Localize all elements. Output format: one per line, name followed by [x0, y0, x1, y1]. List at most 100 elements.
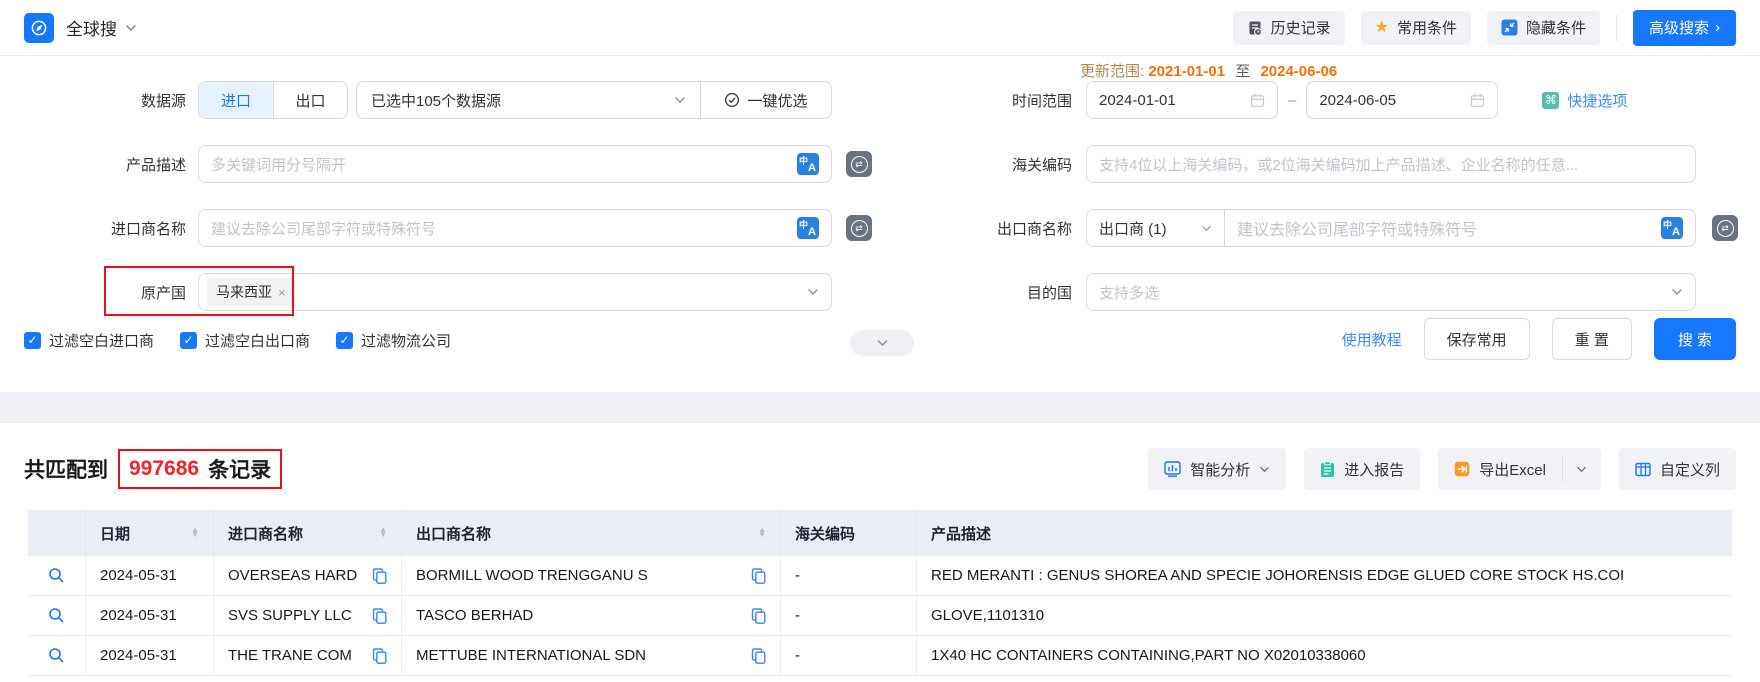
synonym-toggle-button[interactable]: ⇄	[846, 151, 872, 177]
app-switch-chevron[interactable]	[125, 24, 137, 32]
date-cell: 2024-05-31	[86, 636, 214, 675]
date-cell: 2024-05-31	[86, 596, 214, 635]
spacer	[846, 81, 872, 119]
sort-carets-icon[interactable]: ▲▼	[191, 528, 199, 538]
checkbox-label: 过滤物流公司	[361, 330, 451, 351]
match-count-highlight-box: 997686 条记录	[118, 449, 282, 489]
row-detail-cell	[28, 636, 86, 675]
copy-icon[interactable]	[751, 568, 766, 584]
translate-icon[interactable]: 中 A	[1661, 217, 1683, 239]
header-importer-label: 进口商名称	[228, 523, 303, 544]
tutorial-link[interactable]: 使用教程	[1342, 329, 1402, 350]
form-row-importer: 进口商名称 建议去除公司尾部字符或特殊符号 中 A ⇄ 出口商名称 出口商 (1…	[0, 209, 1760, 247]
date-cell: 2024-05-31	[86, 556, 214, 595]
dest-country-select[interactable]: 支持多选	[1086, 273, 1696, 311]
header-exporter[interactable]: 出口商名称 ▲▼	[402, 510, 781, 556]
importer-cell[interactable]: OVERSEAS HARD	[214, 556, 402, 595]
magnifier-icon[interactable]	[48, 607, 65, 624]
exporter-input[interactable]: 建议去除公司尾部字符或特殊符号 中 A	[1225, 210, 1695, 246]
tab-export[interactable]: 出口	[273, 82, 347, 118]
form-row-product: 产品描述 多关键词用分号隔开 中 A ⇄ 海关编码 支持4位以上海关编码，或2位…	[0, 145, 1760, 183]
synonym-toggle-button[interactable]: ⇄	[1712, 215, 1738, 241]
date-from-value: 2024-01-01	[1099, 92, 1250, 109]
header-date[interactable]: 日期 ▲▼	[86, 510, 214, 556]
header-search-col	[28, 510, 86, 556]
hide-conditions-label: 隐藏条件	[1526, 17, 1586, 38]
translate-icon[interactable]: 中 A	[797, 217, 819, 239]
row-detail-cell	[28, 596, 86, 635]
checkbox-label: 过滤空白出口商	[205, 330, 310, 351]
importer-label: 进口商名称	[24, 218, 186, 239]
collapse-form-button[interactable]	[850, 330, 914, 356]
report-clipboard-icon	[1320, 461, 1335, 478]
header-importer[interactable]: 进口商名称 ▲▼	[214, 510, 402, 556]
date-from-input[interactable]: 2024-01-01	[1086, 81, 1278, 119]
checkbox-checked-icon: ✓	[336, 332, 353, 349]
synonym-toggle-button[interactable]: ⇄	[846, 215, 872, 241]
date-to-input[interactable]: 2024-06-05	[1306, 81, 1498, 119]
tab-import[interactable]: 进口	[199, 82, 273, 118]
update-range-to: 2024-06-06	[1260, 63, 1337, 80]
one-click-optimize-button[interactable]: 一键优选	[701, 82, 831, 118]
exporter-cell[interactable]: BORMILL WOOD TRENGGANU S	[402, 556, 781, 595]
exporter-type-select[interactable]: 出口商 (1)	[1087, 210, 1225, 246]
hs-code-input[interactable]: 支持4位以上海关编码，或2位海关编码加上产品描述、企业名称的任意...	[1086, 145, 1696, 183]
hs-code-label: 海关编码	[886, 154, 1072, 175]
export-excel-button[interactable]: 导出Excel	[1438, 448, 1562, 490]
translate-zh: 中	[1663, 218, 1672, 231]
star-icon: ★	[1375, 20, 1389, 36]
exporter-name: METTUBE INTERNATIONAL SDN	[416, 647, 646, 664]
checkbox-filter-blank-importer[interactable]: ✓ 过滤空白进口商	[24, 330, 154, 351]
sort-carets-icon[interactable]: ▲▼	[758, 528, 766, 538]
checkbox-filter-logistics[interactable]: ✓ 过滤物流公司	[336, 330, 451, 351]
quick-options-link[interactable]: ⌘ 快捷选项	[1542, 90, 1627, 111]
custom-columns-button[interactable]: 自定义列	[1619, 448, 1736, 490]
product-desc-controls: 多关键词用分号隔开 中 A	[198, 145, 832, 183]
importer-controls: 建议去除公司尾部字符或特殊符号 中 A	[198, 209, 832, 247]
importer-cell[interactable]: THE TRANE COM	[214, 636, 402, 675]
checkbox-checked-icon: ✓	[180, 332, 197, 349]
importer-cell[interactable]: SVS SUPPLY LLC	[214, 596, 402, 635]
hs-code-placeholder: 支持4位以上海关编码，或2位海关编码加上产品描述、企业名称的任意...	[1099, 154, 1683, 175]
advanced-search-button[interactable]: 高级搜索 ›	[1633, 10, 1736, 46]
exporter-name: BORMILL WOOD TRENGGANU S	[416, 567, 648, 584]
magnifier-icon[interactable]	[48, 567, 65, 584]
favorites-button[interactable]: ★ 常用条件	[1361, 11, 1471, 45]
favorites-label: 常用条件	[1397, 17, 1457, 38]
origin-country-select[interactable]: 马来西亚 ×	[198, 273, 832, 311]
copy-icon[interactable]	[751, 608, 766, 624]
chevron-down-icon	[1201, 225, 1212, 232]
product-desc-input[interactable]: 多关键词用分号隔开 中 A	[198, 145, 832, 183]
copy-icon[interactable]	[372, 648, 387, 664]
export-options-chevron[interactable]	[1563, 448, 1601, 490]
exporter-cell[interactable]: METTUBE INTERNATIONAL SDN	[402, 636, 781, 675]
save-common-button[interactable]: 保存常用	[1424, 318, 1530, 360]
datasource-select[interactable]: 已选中105个数据源	[357, 82, 700, 118]
magnifier-icon[interactable]	[48, 647, 65, 664]
sort-carets-icon[interactable]: ▲▼	[379, 528, 387, 538]
match-count: 997686	[129, 457, 199, 481]
history-button[interactable]: 历史记录	[1233, 11, 1345, 45]
smart-analysis-button[interactable]: 智能分析	[1148, 448, 1286, 490]
exchange-icon: ⇄	[851, 220, 868, 237]
date-to-value: 2024-06-05	[1319, 92, 1470, 109]
enter-report-button[interactable]: 进入报告	[1304, 448, 1420, 490]
copy-icon[interactable]	[751, 648, 766, 664]
command-icon: ⌘	[1542, 92, 1559, 109]
hs-cell: -	[781, 596, 917, 635]
hide-conditions-button[interactable]: 隐藏条件	[1487, 11, 1600, 45]
remove-tag-icon[interactable]: ×	[278, 286, 286, 299]
exporter-label: 出口商名称	[886, 218, 1072, 239]
checkbox-filter-blank-exporter[interactable]: ✓ 过滤空白出口商	[180, 330, 310, 351]
translate-icon[interactable]: 中 A	[797, 153, 819, 175]
copy-icon[interactable]	[372, 608, 387, 624]
row-detail-cell	[28, 556, 86, 595]
search-button[interactable]: 搜 索	[1654, 318, 1736, 360]
copy-icon[interactable]	[372, 568, 387, 584]
smart-analysis-label: 智能分析	[1190, 459, 1250, 480]
importer-name: THE TRANE COM	[228, 647, 352, 664]
exporter-cell[interactable]: TASCO BERHAD	[402, 596, 781, 635]
one-click-optimize-label: 一键优选	[747, 90, 807, 111]
importer-input[interactable]: 建议去除公司尾部字符或特殊符号 中 A	[198, 209, 832, 247]
reset-button[interactable]: 重 置	[1552, 318, 1632, 360]
